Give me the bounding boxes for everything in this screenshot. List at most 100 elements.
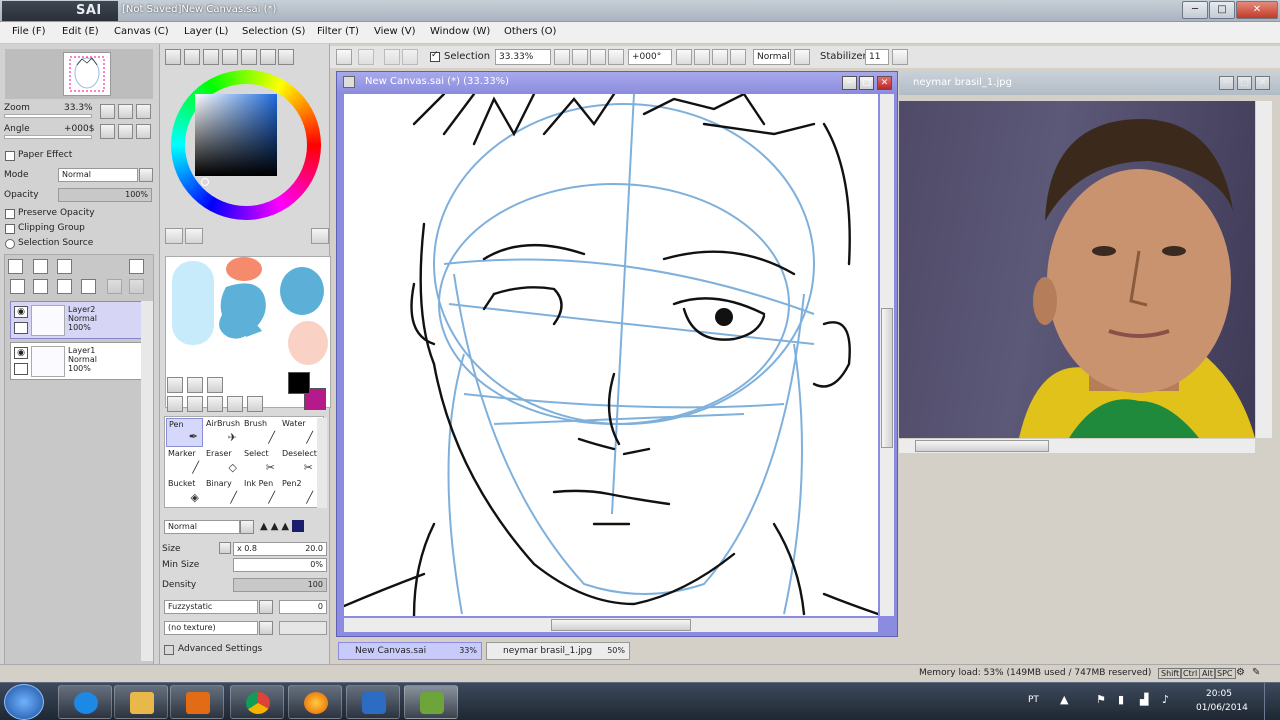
reference-hscroll-thumb[interactable] [915, 440, 1049, 452]
stabilizer-field[interactable]: 11 [865, 49, 889, 65]
rotation-field[interactable]: +000° [628, 49, 672, 65]
menu-filter[interactable]: Filter (T) [317, 26, 359, 37]
rect-select-tool[interactable] [167, 377, 183, 393]
rotate-right-button[interactable] [694, 49, 710, 65]
size-mult-dropdown[interactable] [219, 542, 231, 554]
nav-rotate-left-button[interactable] [100, 124, 115, 139]
start-button[interactable] [4, 684, 44, 720]
nav-rotate-right-button[interactable] [118, 124, 133, 139]
scratchpad-tab[interactable] [260, 49, 276, 65]
clipping-group-checkbox[interactable] [5, 224, 15, 234]
texture-dropdown[interactable] [259, 621, 273, 635]
signal-icon[interactable]: ▟ [1140, 693, 1148, 706]
menu-layer[interactable]: Layer (L) [184, 26, 228, 37]
select-all-button[interactable] [336, 49, 352, 65]
tool-binary[interactable]: Binary ╱ [204, 478, 241, 507]
selection-source-radio[interactable] [5, 239, 15, 249]
rotate-tool[interactable] [207, 396, 223, 412]
layer-list-scrollbar[interactable] [141, 301, 153, 661]
flatten-button[interactable] [129, 279, 144, 294]
saturation-value-square[interactable] [195, 94, 277, 176]
magic-wand-tool[interactable] [207, 377, 223, 393]
stabilizer-dropdown[interactable] [892, 49, 908, 65]
tool-brush[interactable]: Brush ╱ [242, 418, 279, 447]
layer-mask-button[interactable] [129, 259, 144, 274]
advanced-settings-toggle[interactable] [164, 645, 174, 655]
menu-canvas[interactable]: Canvas (C) [114, 26, 169, 37]
layer-lock-icon[interactable] [14, 363, 28, 375]
menu-file[interactable]: File (F) [12, 26, 45, 37]
canvas-vertical-scrollbar[interactable] [880, 94, 894, 616]
brush-blend-dropdown[interactable] [240, 520, 254, 534]
zoom-field[interactable]: 33.33% [495, 49, 551, 65]
taskbar-app[interactable] [346, 685, 400, 719]
layer-opacity-slider[interactable]: 100% [58, 188, 152, 202]
tab-neymar-brasil[interactable]: neymar brasil_1.jpg 50% [486, 642, 630, 660]
reference-vertical-scrollbar[interactable] [1256, 101, 1272, 438]
size-slider[interactable]: x 0.8 20.0 [233, 542, 327, 556]
navigator-preview[interactable] [5, 49, 153, 99]
move-tool[interactable] [167, 396, 183, 412]
reference-photo[interactable] [899, 101, 1255, 438]
reference-close-button[interactable]: ✕ [1255, 76, 1270, 90]
brush-shape-value[interactable]: 0 [279, 600, 327, 614]
layer-lock-icon[interactable] [14, 322, 28, 334]
new-layer-set-button[interactable] [33, 259, 48, 274]
preserve-opacity-checkbox[interactable] [5, 209, 15, 219]
nav-zoom-reset-button[interactable] [136, 104, 151, 119]
texture-select[interactable]: (no texture) [164, 621, 258, 635]
close-button[interactable]: ✕ [1236, 1, 1278, 19]
nav-zoom-in-button[interactable] [118, 104, 133, 119]
drawing-canvas[interactable] [344, 94, 878, 616]
menu-view[interactable]: View (V) [374, 26, 416, 37]
visibility-eye-icon[interactable]: ◉ [14, 306, 28, 318]
zoom-fit-button[interactable] [608, 49, 624, 65]
paper-effect-toggle[interactable] [5, 151, 15, 161]
color-picker-tab[interactable] [278, 49, 294, 65]
brush-blend-select[interactable]: Normal [164, 520, 240, 534]
tool-pen[interactable]: Pen ✒ [166, 418, 203, 447]
texture-strength[interactable] [279, 621, 327, 635]
blend-mode-dropdown[interactable] [794, 49, 810, 65]
tool-pen2[interactable]: Pen2 ╱ [280, 478, 317, 507]
taskbar-file-explorer[interactable] [114, 685, 168, 719]
taskbar-paint-tool-sai[interactable] [404, 685, 458, 719]
layer-mode-dropdown[interactable] [139, 168, 153, 182]
hand-tool[interactable] [227, 396, 243, 412]
tab-new-canvas[interactable]: New Canvas.sai 33% [338, 642, 482, 660]
eyedropper-tool[interactable] [247, 396, 263, 412]
canvas-vscroll-thumb[interactable] [881, 308, 893, 448]
taskbar-chrome[interactable] [230, 685, 284, 719]
tool-marker[interactable]: Marker ╱ [166, 448, 203, 477]
visibility-eye-icon[interactable]: ◉ [14, 347, 28, 359]
menu-others[interactable]: Others (O) [504, 26, 556, 37]
brush-shape-select[interactable]: Fuzzystatic [164, 600, 258, 614]
taskbar-firefox[interactable] [288, 685, 342, 719]
merge-visible-button[interactable] [107, 279, 122, 294]
menu-edit[interactable]: Edit (E) [62, 26, 99, 37]
layer-item-layer2[interactable]: ◉ Layer2 Normal 100% [10, 301, 144, 339]
tool-ink-pen[interactable]: Ink Pen ╱ [242, 478, 279, 507]
taskbar-media-player[interactable] [170, 685, 224, 719]
menu-selection[interactable]: Selection (S) [242, 26, 305, 37]
brush-shape-presets[interactable]: ▲▲▲ [260, 520, 326, 534]
canvas-minimize-button[interactable]: ─ [842, 76, 857, 90]
reference-horizontal-scrollbar[interactable] [899, 439, 1255, 453]
rotate-reset-button[interactable] [712, 49, 728, 65]
scratchpad-menu[interactable] [311, 228, 329, 244]
density-slider[interactable]: 100 [233, 578, 327, 592]
zoom-slider[interactable] [4, 114, 92, 118]
selection-checkbox[interactable]: ✓ [430, 50, 440, 62]
new-layer-button[interactable] [8, 259, 23, 274]
color-wheel-tab[interactable] [165, 49, 181, 65]
canvas-close-button[interactable]: ✕ [877, 76, 892, 90]
nav-rotate-reset-button[interactable] [136, 124, 151, 139]
menu-window[interactable]: Window (W) [430, 26, 490, 37]
min-size-slider[interactable]: 0% [233, 558, 327, 572]
maximize-button[interactable]: □ [1209, 1, 1235, 19]
delete-layer-button[interactable] [81, 279, 96, 294]
new-folder-button[interactable] [57, 259, 72, 274]
tool-water[interactable]: Water ╱ [280, 418, 317, 447]
mixer-tab[interactable] [222, 49, 238, 65]
clear-layer-button[interactable] [57, 279, 72, 294]
